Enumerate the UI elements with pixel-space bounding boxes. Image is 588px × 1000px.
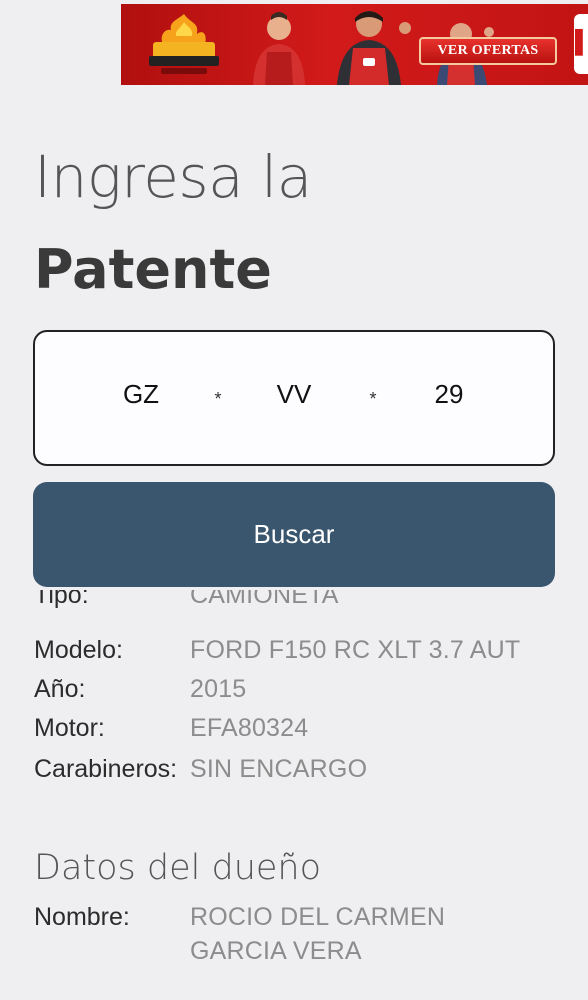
plate-separator-1: * — [214, 389, 222, 409]
anio-label: Año: — [34, 675, 86, 703]
plate-part-3-field[interactable]: 29 — [409, 376, 489, 412]
motor-label: Motor: — [34, 714, 105, 742]
modelo-value: FORD F150 RC XLT 3.7 AUT — [190, 636, 521, 664]
plate-part-2-field[interactable]: VV — [254, 376, 334, 412]
ad-edge-tab: ▌ — [574, 14, 588, 74]
nombre-value-line2: GARCIA VERA — [190, 937, 362, 965]
vehicle-details: Tipo: CAMIONETA Modelo: FORD F150 RC XLT… — [0, 590, 588, 1000]
ver-ofertas-button[interactable]: VER OFERTAS — [419, 37, 557, 65]
plate-input[interactable]: GZ * VV * 29 — [33, 330, 555, 466]
tipo-label: Tipo: — [34, 590, 89, 609]
carabineros-label: Carabineros: — [34, 755, 178, 783]
anio-value: 2015 — [190, 675, 247, 703]
plate-part-1-field[interactable]: GZ — [101, 376, 181, 412]
nombre-value-line1: ROCIO DEL CARMEN — [190, 903, 446, 931]
page-title-line2: Patente — [34, 238, 272, 301]
cyber-fire-logo-icon — [149, 14, 219, 74]
motor-value: EFA80324 — [190, 714, 309, 742]
plate-separator-2: * — [369, 389, 377, 409]
tipo-value: CAMIONETA — [190, 590, 339, 609]
page: VER OFERTAS ▌ Ingresa la Patente GZ * VV… — [0, 0, 588, 1000]
ad-edge-glyph-icon: ▌ — [575, 29, 588, 54]
nombre-label: Nombre: — [34, 903, 130, 931]
carabineros-value: SIN ENCARGO — [190, 755, 368, 783]
ad-banner[interactable]: VER OFERTAS ▌ — [121, 4, 588, 85]
page-title-line1: Ingresa la — [34, 143, 312, 211]
search-button[interactable]: Buscar — [33, 482, 555, 587]
modelo-label: Modelo: — [34, 636, 123, 664]
owner-section-title: Datos del dueño — [34, 848, 322, 888]
